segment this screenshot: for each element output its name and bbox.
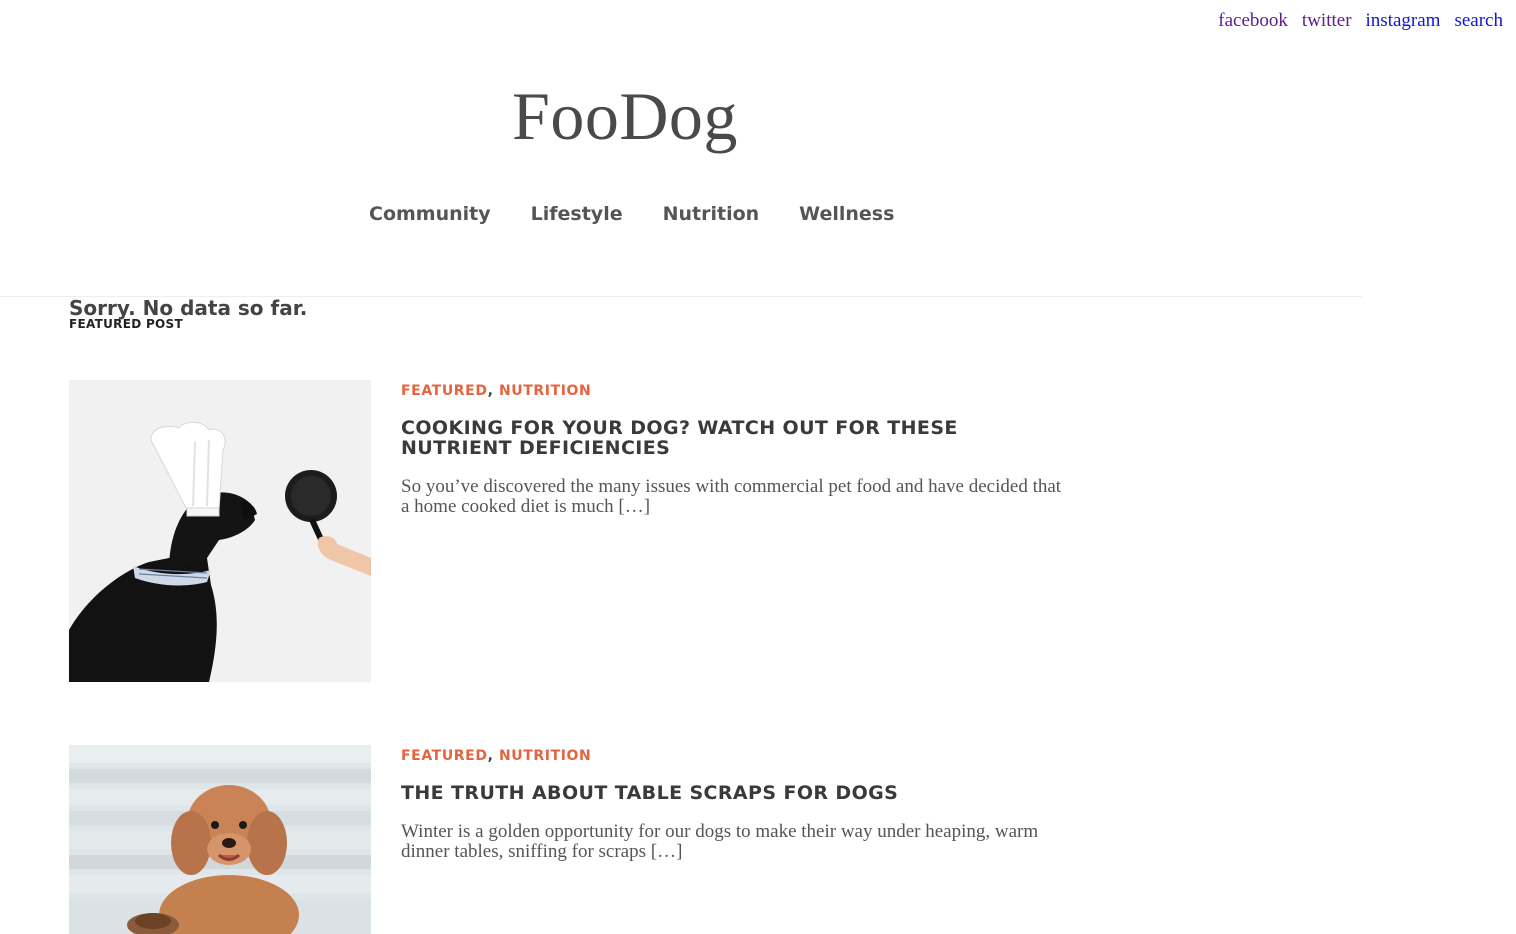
category-nutrition-link[interactable]: NUTRITION xyxy=(499,748,591,764)
nav-item-community[interactable]: Community xyxy=(369,203,491,225)
dog-chef-image xyxy=(69,380,371,682)
poodle-image xyxy=(69,745,371,934)
post-title[interactable]: THE TRUTH ABOUT TABLE SCRAPS FOR DOGS xyxy=(401,783,1071,803)
twitter-link[interactable]: twitter xyxy=(1302,10,1352,32)
post-thumbnail[interactable] xyxy=(69,380,371,682)
nav-item-wellness[interactable]: Wellness xyxy=(799,203,894,225)
category-nutrition-link[interactable]: NUTRITION xyxy=(499,383,591,399)
nav-item-nutrition[interactable]: Nutrition xyxy=(663,203,760,225)
post-excerpt: Winter is a golden opportunity for our d… xyxy=(401,821,1039,862)
post-thumbnail[interactable] xyxy=(69,745,371,934)
main-nav: Community Lifestyle Nutrition Wellness xyxy=(369,203,894,225)
post-body: FEATURED, NUTRITION COOKING FOR YOUR DOG… xyxy=(401,380,1071,517)
post-excerpt: So you’ve discovered the many issues wit… xyxy=(401,476,1062,517)
post-title[interactable]: COOKING FOR YOUR DOG? WATCH OUT FOR THES… xyxy=(401,418,1071,458)
facebook-link[interactable]: facebook xyxy=(1218,10,1288,32)
category-separator: , xyxy=(487,383,494,399)
post-categories: FEATURED, NUTRITION xyxy=(401,383,1071,399)
category-featured-link[interactable]: FEATURED xyxy=(401,748,488,764)
category-featured-link[interactable]: FEATURED xyxy=(401,383,488,399)
category-separator: , xyxy=(487,748,494,764)
instagram-link[interactable]: instagram xyxy=(1366,10,1441,32)
site-title[interactable]: FooDog xyxy=(512,76,738,158)
search-link[interactable]: search xyxy=(1454,10,1503,32)
post-categories: FEATURED, NUTRITION xyxy=(401,748,1071,764)
featured-post-label: FEATURED POST xyxy=(69,317,183,331)
social-links: facebook twitter instagram search xyxy=(1218,10,1503,32)
nav-item-lifestyle[interactable]: Lifestyle xyxy=(531,203,623,225)
post-body: FEATURED, NUTRITION THE TRUTH ABOUT TABL… xyxy=(401,745,1071,862)
